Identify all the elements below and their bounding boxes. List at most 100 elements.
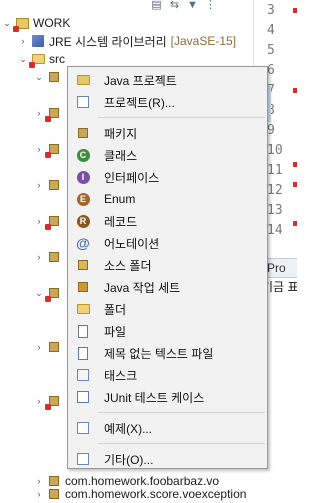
- tree-item-package[interactable]: ›: [34, 212, 65, 230]
- package-icon: [47, 487, 61, 501]
- menu-item-folder[interactable]: 폴더: [68, 298, 267, 320]
- line-number: 4: [267, 23, 275, 38]
- error-marker-icon[interactable]: [293, 88, 297, 93]
- menu-item-other[interactable]: 기타(O)...: [68, 448, 267, 470]
- package-icon: [45, 214, 61, 230]
- chevron-right-icon[interactable]: ›: [34, 108, 44, 118]
- line-number: 10: [267, 143, 283, 158]
- chevron-right-icon[interactable]: ›: [34, 180, 44, 190]
- chevron-right-icon[interactable]: ›: [34, 396, 44, 406]
- menu-separator: [98, 117, 265, 118]
- package-icon: [47, 178, 61, 192]
- explorer-toolbar: ▤ ⇆ ▼ ⋮: [150, 0, 217, 12]
- src-label: src: [49, 52, 65, 66]
- package-icon: [47, 70, 61, 84]
- tree-item-package[interactable]: ›: [34, 248, 65, 266]
- package-icon: [45, 142, 61, 158]
- menu-item-annotation[interactable]: @ 어노테이션: [68, 232, 267, 254]
- error-marker-icon[interactable]: [293, 162, 297, 167]
- menu-item-interface[interactable]: I 인터페이스: [68, 166, 267, 188]
- problems-tab[interactable]: Pro: [267, 261, 286, 275]
- class-icon: C: [74, 147, 92, 163]
- line-number: 6: [267, 63, 275, 78]
- project-icon: [74, 94, 92, 110]
- menu-item-source-folder[interactable]: 소스 폴더: [68, 254, 267, 276]
- jre-decoration: [JavaSE-15]: [170, 34, 237, 48]
- chevron-right-icon[interactable]: ›: [34, 144, 44, 154]
- tree-item-package[interactable]: ⌄: [34, 68, 65, 86]
- menu-item-label: Enum: [104, 192, 136, 206]
- line-number: 12: [267, 183, 283, 198]
- tree-item-project[interactable]: ⌄ WORK: [2, 14, 70, 32]
- menu-item-junit-test-case[interactable]: JUnit 테스트 케이스: [68, 386, 267, 408]
- menu-item-java-project[interactable]: Java 프로젝트: [68, 69, 267, 91]
- view-menu-icon[interactable]: ⋮: [204, 0, 217, 11]
- file-icon: [74, 323, 92, 339]
- link-editor-icon[interactable]: ⇆: [168, 0, 181, 11]
- menu-item-record[interactable]: R 레코드: [68, 210, 267, 232]
- tree-item-jre[interactable]: › JRE 시스템 라이브러리 [JavaSE-15]: [18, 32, 237, 50]
- error-marker-icon[interactable]: [293, 182, 297, 187]
- menu-item-package[interactable]: 패키지: [68, 122, 267, 144]
- menu-item-class[interactable]: C 클래스: [68, 144, 267, 166]
- menu-item-project[interactable]: 프로젝트(R)...: [68, 91, 267, 113]
- tree-item-package[interactable]: ›: [34, 338, 65, 356]
- error-marker-icon[interactable]: [293, 8, 297, 13]
- line-number: 3: [267, 3, 275, 18]
- menu-item-untitled-text-file[interactable]: 제목 없는 텍스트 파일: [68, 342, 267, 364]
- menu-item-label: Java 프로젝트: [104, 73, 177, 88]
- chevron-right-icon[interactable]: ›: [18, 36, 28, 46]
- annotation-icon: @: [76, 235, 90, 251]
- menu-item-label: 태스크: [104, 368, 138, 383]
- tree-item-package[interactable]: ⌄: [34, 284, 65, 302]
- package-icon: [45, 106, 61, 122]
- menu-item-enum[interactable]: E Enum: [68, 188, 267, 210]
- library-icon: [31, 34, 45, 48]
- source-folder-icon: [29, 52, 45, 68]
- menu-item-java-working-set[interactable]: Java 작업 세트: [68, 276, 267, 298]
- menu-item-file[interactable]: 파일: [68, 320, 267, 342]
- package-icon: [47, 340, 61, 354]
- chevron-right-icon[interactable]: ›: [34, 489, 44, 499]
- menu-item-label: 기타(O)...: [104, 452, 154, 467]
- menu-item-task[interactable]: 태스크: [68, 364, 267, 386]
- package-icon: [45, 394, 61, 410]
- package-label: com.homework.score.voexception: [65, 487, 247, 501]
- chevron-right-icon[interactable]: ›: [34, 252, 44, 262]
- tree-item-package[interactable]: › com.homework.score.voexception: [34, 485, 247, 503]
- menu-item-label: JUnit 테스트 케이스: [104, 390, 205, 405]
- menu-item-label: 프로젝트(R)...: [104, 95, 175, 110]
- chevron-down-icon[interactable]: ⌄: [34, 72, 44, 82]
- error-marker-icon[interactable]: [293, 221, 297, 226]
- package-icon: [74, 125, 92, 141]
- chevron-right-icon[interactable]: ›: [34, 216, 44, 226]
- menu-item-label: 소스 폴더: [104, 258, 152, 273]
- example-icon: [74, 420, 92, 436]
- tree-item-package[interactable]: ›: [34, 104, 65, 122]
- line-number: 14: [267, 223, 283, 238]
- chevron-down-icon[interactable]: ⌄: [2, 18, 12, 28]
- source-folder-icon: [74, 257, 92, 273]
- junit-test-icon: [74, 389, 92, 405]
- line-number: 13: [267, 203, 283, 218]
- project-folder-icon: [13, 16, 29, 32]
- package-icon: [45, 286, 61, 302]
- line-number: 5: [267, 43, 275, 58]
- filter-icon[interactable]: ▼: [186, 0, 199, 11]
- jre-label: JRE 시스템 라이브러리: [49, 34, 167, 49]
- menu-item-label: 폴더: [104, 302, 127, 317]
- tree-item-src[interactable]: ⌄ src: [18, 50, 65, 68]
- menu-item-label: 제목 없는 텍스트 파일: [104, 346, 214, 361]
- chevron-down-icon[interactable]: ⌄: [34, 288, 44, 298]
- tree-item-package[interactable]: ›: [34, 176, 65, 194]
- enum-icon: E: [74, 191, 92, 207]
- tree-item-package[interactable]: ›: [34, 140, 65, 158]
- other-icon: [74, 451, 92, 467]
- chevron-down-icon[interactable]: ⌄: [18, 54, 28, 64]
- menu-item-label: 레코드: [104, 214, 138, 229]
- menu-item-example[interactable]: 예제(X)...: [68, 417, 267, 439]
- tree-item-package[interactable]: ›: [34, 392, 65, 410]
- menu-item-label: 파일: [104, 324, 127, 339]
- chevron-right-icon[interactable]: ›: [34, 342, 44, 352]
- collapse-all-icon[interactable]: ▤: [150, 0, 163, 11]
